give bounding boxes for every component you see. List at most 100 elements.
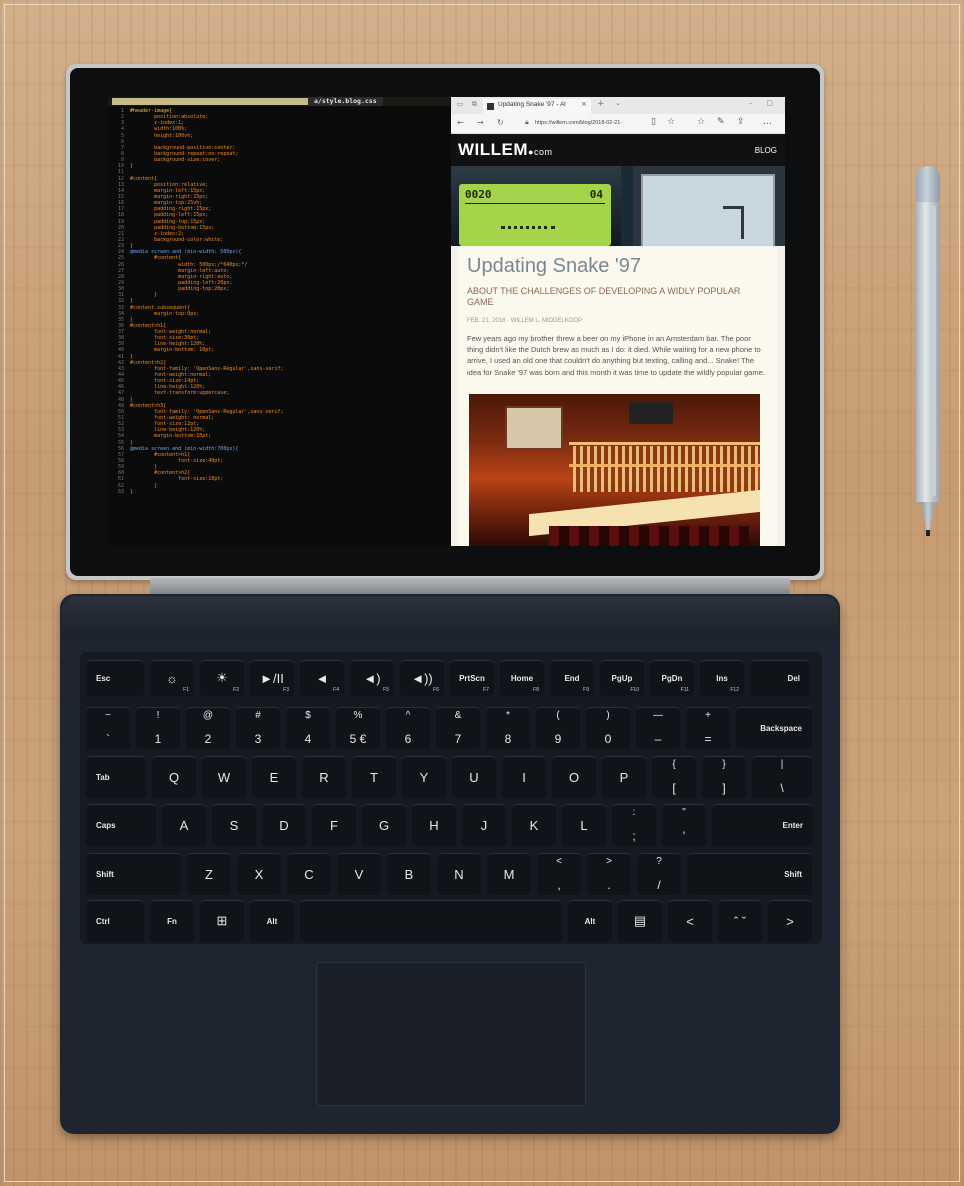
editor-tab-inactive[interactable] (112, 98, 308, 105)
new-tab-icon[interactable]: + (597, 99, 605, 109)
key-k[interactable]: K (512, 804, 556, 846)
back-icon[interactable]: ← (457, 118, 464, 127)
key-quote[interactable]: " ' (662, 804, 706, 846)
key-lbracket[interactable]: {[ (652, 756, 696, 798)
key-minus[interactable]: — – (636, 707, 680, 749)
key-5[interactable]: % 5 € (336, 707, 380, 749)
key-6[interactable]: ^ 6 (386, 707, 430, 749)
key-z[interactable]: Z (187, 853, 231, 895)
key-1[interactable]: ! 1 (136, 707, 180, 749)
key-ralt[interactable]: Alt (568, 900, 612, 942)
favorite-star-icon[interactable]: ☆ (667, 117, 675, 127)
key-f6[interactable]: ◄)) F6 (400, 660, 444, 696)
key-f2[interactable]: ☀ F2 (200, 660, 244, 696)
key-equals[interactable]: + = (686, 707, 730, 749)
key-9[interactable]: (9 (536, 707, 580, 749)
key-r[interactable]: R (302, 756, 346, 798)
key-f11[interactable]: PgDn F11 (650, 660, 694, 696)
key-f3[interactable]: ►/II F3 (250, 660, 294, 696)
key-a[interactable]: A (162, 804, 206, 846)
key-i[interactable]: I (502, 756, 546, 798)
window-controls-icon[interactable]: – ▢ (749, 99, 779, 107)
key-d[interactable]: D (262, 804, 306, 846)
key-period[interactable]: >. (587, 853, 631, 895)
tab-actions-icon[interactable]: ▭ ⧉ (457, 100, 480, 109)
key-f8[interactable]: Home F8 (500, 660, 544, 696)
key-updown[interactable]: ˆ ˇ (718, 900, 762, 942)
key-f9[interactable]: End F9 (550, 660, 594, 696)
nav-blog-link[interactable]: BLOG (755, 146, 777, 155)
key-7[interactable]: & 7 (436, 707, 480, 749)
key-t[interactable]: T (352, 756, 396, 798)
key-tilde[interactable]: ~ ` (86, 707, 130, 749)
key-ctrl[interactable]: Ctrl (86, 900, 144, 942)
refresh-icon[interactable]: ↻ (497, 118, 504, 127)
key-l[interactable]: L (562, 804, 606, 846)
key-backspace[interactable]: Backspace (736, 707, 812, 749)
key-3[interactable]: #3 (236, 707, 280, 749)
key-4[interactable]: $4 (286, 707, 330, 749)
pen-notes-icon[interactable]: ✎ (717, 117, 725, 127)
more-icon[interactable]: … (763, 117, 772, 127)
site-logo[interactable]: WILLEM●com (458, 140, 553, 160)
key-enter[interactable]: Enter (712, 804, 813, 846)
key-2[interactable]: @2 (186, 707, 230, 749)
key-f4[interactable]: ◄ F4 (300, 660, 344, 696)
key-lalt[interactable]: Alt (250, 900, 294, 942)
code-area[interactable]: 1 #header-image{2 position:absolute; 3 z-i… (108, 108, 450, 495)
key-fn[interactable]: Fn (150, 900, 194, 942)
key-backslash[interactable]: | \ (752, 756, 812, 798)
key-win[interactable]: ⊞ (200, 900, 244, 942)
key-y[interactable]: Y (402, 756, 446, 798)
key-caps[interactable]: Caps (86, 804, 156, 846)
key-p[interactable]: P (602, 756, 646, 798)
key-tab[interactable]: Tab (86, 756, 146, 798)
key-f12[interactable]: Ins F12 (700, 660, 744, 696)
key-u[interactable]: U (452, 756, 496, 798)
key-menu[interactable]: ▤ (618, 900, 662, 942)
key-rbracket[interactable]: }] (702, 756, 746, 798)
key-w[interactable]: W (202, 756, 246, 798)
editor-tab-active[interactable]: a/style.blog.css (308, 97, 383, 106)
key-f7[interactable]: PrtScn F7 (450, 660, 494, 696)
key-f5[interactable]: ◄) F5 (350, 660, 394, 696)
code-line[interactable]: 63} (108, 489, 450, 495)
key-c[interactable]: C (287, 853, 331, 895)
key-comma[interactable]: <, (537, 853, 581, 895)
close-icon[interactable]: × (581, 100, 587, 108)
key-f1[interactable]: ☼ F1 (150, 660, 194, 696)
url-field[interactable]: https://willem.com/blog/2018-02-21- (535, 118, 641, 129)
key-f[interactable]: F (312, 804, 356, 846)
key-0[interactable]: ) 0 (586, 707, 630, 749)
key-q[interactable]: Q (152, 756, 196, 798)
reading-view-icon[interactable]: ▯ (651, 117, 656, 127)
key-e[interactable]: E (252, 756, 296, 798)
key-slash[interactable]: ? / (637, 853, 681, 895)
key-esc[interactable]: Esc (86, 660, 144, 696)
key-left[interactable]: < (668, 900, 712, 942)
key-right[interactable]: > (768, 900, 812, 942)
chevron-down-icon[interactable]: ⌄ (615, 99, 621, 107)
key-lshift[interactable]: Shift (86, 853, 181, 895)
key-s[interactable]: S (212, 804, 256, 846)
key-b[interactable]: B (387, 853, 431, 895)
key-n[interactable]: N (437, 853, 481, 895)
key-h[interactable]: H (412, 804, 456, 846)
browser-tab[interactable]: Updating Snake '97 - Al × (483, 99, 591, 114)
key-g[interactable]: G (362, 804, 406, 846)
key-x[interactable]: X (237, 853, 281, 895)
key-del[interactable]: Del (750, 660, 810, 696)
favorites-hub-icon[interactable]: ☆ (697, 117, 705, 127)
touchpad[interactable] (316, 962, 586, 1106)
key-8[interactable]: * 8 (486, 707, 530, 749)
share-icon[interactable]: ⇪ (737, 117, 745, 127)
key-v[interactable]: V (337, 853, 381, 895)
key-semicolon[interactable]: :; (612, 804, 656, 846)
key-j[interactable]: J (462, 804, 506, 846)
key-space[interactable] (300, 900, 562, 942)
key-rshift[interactable]: Shift (687, 853, 812, 895)
key-o[interactable]: O (552, 756, 596, 798)
forward-icon[interactable]: → (477, 118, 484, 127)
key-m[interactable]: M (487, 853, 531, 895)
key-f10[interactable]: PgUp F10 (600, 660, 644, 696)
